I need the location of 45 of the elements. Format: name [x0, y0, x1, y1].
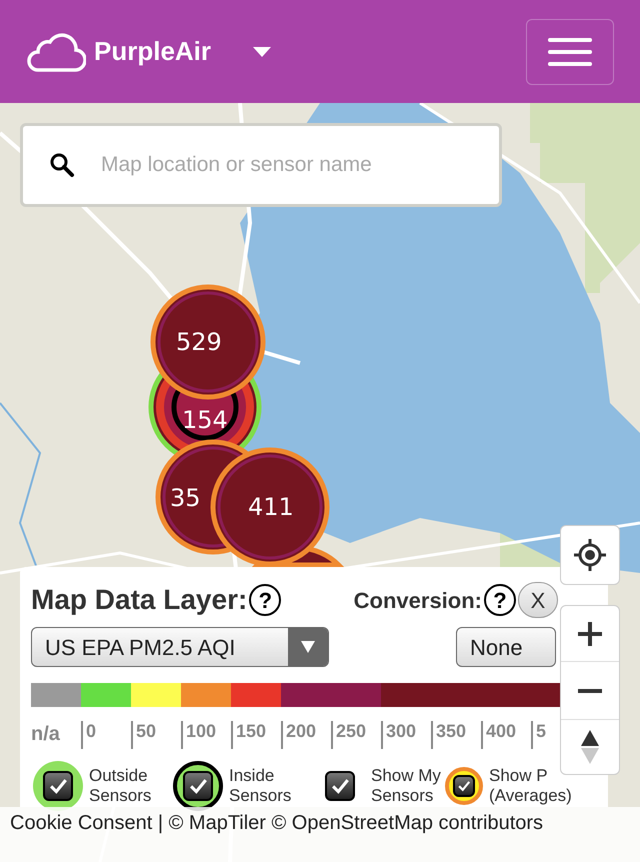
help-button[interactable]: ?: [249, 584, 282, 616]
cluster-count: 35: [170, 485, 201, 511]
layer-dropdown[interactable]: US EPA PM2.5 AQI: [31, 627, 329, 667]
menu-icon: [548, 38, 592, 66]
scale-label: n/a: [31, 722, 61, 747]
check-icon: [456, 778, 472, 794]
scale-label: 400: [481, 721, 531, 749]
cluster-count: 411: [248, 494, 294, 520]
plus-icon: [578, 622, 602, 646]
search-field[interactable]: Map location or sensor name: [20, 123, 502, 207]
scale-label: 100: [181, 721, 231, 749]
menu-button[interactable]: [526, 18, 614, 84]
checkbox-label: Show My Sensors: [371, 766, 441, 806]
conversion-label: Conversion:: [354, 586, 482, 614]
checkbox-label: Show P (Averages): [489, 766, 572, 806]
close-button[interactable]: X: [518, 582, 558, 618]
caret-icon[interactable]: [253, 46, 272, 56]
up-down-triangles-icon: [581, 730, 599, 764]
attribution-text[interactable]: Cookie Consent | © MapTiler © OpenStreetMap contributors: [10, 807, 630, 835]
scale-label: 50: [131, 721, 181, 749]
scale-label: 150: [231, 721, 281, 749]
conversion-dropdown[interactable]: None: [456, 627, 556, 667]
help-button[interactable]: ?: [484, 584, 516, 616]
checkbox[interactable]: [445, 767, 483, 805]
brand-name[interactable]: PurpleAir: [94, 32, 212, 71]
cluster-count: 154: [182, 407, 228, 433]
scale-label: 200: [281, 721, 331, 749]
checkbox-label: Inside Sensors: [229, 766, 292, 806]
scale-label: 0: [81, 721, 131, 749]
cloud-icon: [26, 32, 86, 72]
scale-label: 350: [431, 721, 481, 749]
locate-button[interactable]: [560, 525, 620, 585]
locate-icon: [574, 539, 606, 571]
search-input: Map location or sensor name: [101, 149, 473, 181]
panel-title: Map Data Layer:: [31, 583, 248, 617]
scale-label: 300: [381, 721, 431, 749]
scale-label: 250: [331, 721, 381, 749]
dropdown-value: None: [469, 634, 523, 662]
minus-icon: [578, 688, 602, 692]
dropdown-value: US EPA PM2.5 AQI: [44, 634, 236, 662]
cluster-markers-drawing[interactable]: [148, 284, 342, 567]
dropdown-arrow-icon: [301, 641, 315, 653]
cluster-count: 529: [176, 329, 222, 355]
search-icon: [49, 152, 75, 178]
checkbox-label: Outside Sensors: [89, 766, 152, 806]
